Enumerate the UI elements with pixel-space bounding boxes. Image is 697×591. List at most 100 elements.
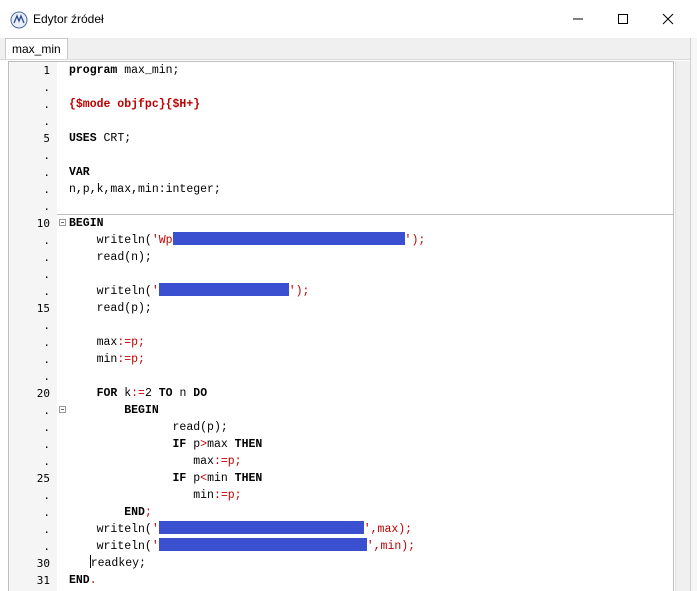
redacted-text — [158, 538, 367, 551]
code-text: min:=p; — [193, 489, 242, 502]
code-line: 15 read(p); — [9, 300, 673, 317]
redacted-text — [158, 521, 364, 534]
lazarus-icon — [10, 11, 28, 29]
line-number: 15 — [36, 302, 50, 315]
code-text: writeln(' '); — [96, 283, 310, 298]
code-line: . — [9, 198, 673, 215]
code-text: END. — [69, 574, 97, 587]
code-text: END; — [124, 506, 152, 519]
code-line: . read(n); — [9, 249, 673, 266]
vertical-scrollbar[interactable] — [675, 61, 691, 591]
code-text: BEGIN — [124, 404, 159, 417]
line-number: . — [43, 81, 50, 94]
code-text: VAR — [69, 166, 90, 179]
code-line: . min:=p; — [9, 351, 673, 368]
code-line: . max:=p; — [9, 453, 673, 470]
line-number: . — [43, 251, 50, 264]
line-number: . — [43, 489, 50, 502]
line-number: . — [43, 268, 50, 281]
window-title: Edytor źródeł — [33, 12, 104, 26]
code-line: . — [9, 113, 673, 130]
line-number: . — [43, 540, 50, 553]
code-line: 10 BEGIN — [9, 215, 673, 232]
redacted-text — [158, 283, 289, 296]
line-number: . — [43, 319, 50, 332]
line-number: . — [43, 149, 50, 162]
code-line: . IF p>max THEN — [9, 436, 673, 453]
code-text: read(p); — [96, 302, 152, 315]
line-number: 1 — [43, 64, 50, 77]
code-text: min:=p; — [96, 353, 145, 366]
code-line: . n,p,k,max,min:integer; — [9, 181, 673, 198]
maximize-button[interactable] — [600, 0, 646, 38]
line-number: 30 — [36, 557, 50, 570]
tab-bar: max_min — [0, 38, 690, 60]
line-number: . — [43, 370, 50, 383]
code-line: . writeln(' '); — [9, 283, 673, 300]
code-text: IF p>max THEN — [172, 438, 263, 451]
code-text: n,p,k,max,min:integer; — [69, 183, 221, 196]
line-number: . — [43, 438, 50, 451]
line-number: 10 — [36, 217, 50, 230]
code-line: 5 USES CRT; — [9, 130, 673, 147]
code-text: max:=p; — [96, 336, 145, 349]
code-line: . writeln('Wp '); — [9, 232, 673, 249]
line-number: . — [43, 421, 50, 434]
right-panel-edge — [690, 38, 697, 591]
code-line: 1 program max_min; — [9, 62, 673, 79]
code-text: program max_min; — [69, 64, 180, 77]
line-number: 25 — [36, 472, 50, 485]
minimize-icon — [573, 18, 583, 20]
code-text: writeln(' ',max); — [96, 521, 413, 536]
code-text: USES CRT; — [69, 132, 132, 145]
line-number: . — [43, 523, 50, 536]
line-number: . — [43, 200, 50, 213]
code-text: writeln('Wp '); — [96, 232, 426, 247]
code-text: {$mode objfpc}{$H+} — [69, 98, 201, 111]
code-line: . read(p); — [9, 419, 673, 436]
code-text: FOR k:=2 TO n DO — [96, 387, 208, 400]
code-line: 20 FOR k:=2 TO n DO — [9, 385, 673, 402]
line-number: 20 — [36, 387, 50, 400]
source-editor[interactable]: 1 program max_min; . . {$mode objfpc}{$H… — [8, 61, 674, 591]
code-line: . writeln(' ',max); — [9, 521, 673, 538]
code-text: max:=p; — [193, 455, 242, 468]
line-number: 31 — [36, 574, 50, 587]
code-line: . — [9, 79, 673, 96]
code-line: 25 IF p<min THEN — [9, 470, 673, 487]
code-text: readkey; — [89, 555, 146, 570]
close-icon — [662, 13, 674, 25]
code-text: read(n); — [96, 251, 152, 264]
code-line: . — [9, 317, 673, 334]
line-number: . — [43, 115, 50, 128]
code-text: IF p<min THEN — [172, 472, 263, 485]
title-bar: Edytor źródeł — [0, 0, 697, 38]
code-line: . — [9, 368, 673, 385]
line-number: . — [43, 234, 50, 247]
line-number: . — [43, 183, 50, 196]
code-text: read(p); — [172, 421, 228, 434]
redacted-text — [172, 232, 405, 245]
line-number: . — [43, 98, 50, 111]
line-number: . — [43, 166, 50, 179]
line-number: . — [43, 353, 50, 366]
minimize-button[interactable] — [555, 0, 601, 38]
code-line: . — [9, 266, 673, 283]
code-text: BEGIN — [69, 217, 104, 230]
tab-max-min[interactable]: max_min — [5, 38, 68, 59]
line-number: . — [43, 336, 50, 349]
code-line: . min:=p; — [9, 487, 673, 504]
code-line: . — [9, 147, 673, 164]
line-number: . — [43, 455, 50, 468]
line-number: 5 — [43, 132, 50, 145]
code-line: . writeln(' ',min); — [9, 538, 673, 555]
line-number: . — [43, 285, 50, 298]
code-line: . max:=p; — [9, 334, 673, 351]
code-line: . {$mode objfpc}{$H+} — [9, 96, 673, 113]
line-number: . — [43, 404, 50, 417]
code-line: . BEGIN — [9, 402, 673, 419]
maximize-icon — [618, 14, 628, 24]
close-button[interactable] — [645, 0, 691, 38]
code-text: writeln(' ',min); — [96, 538, 416, 553]
code-line: . VAR — [9, 164, 673, 181]
